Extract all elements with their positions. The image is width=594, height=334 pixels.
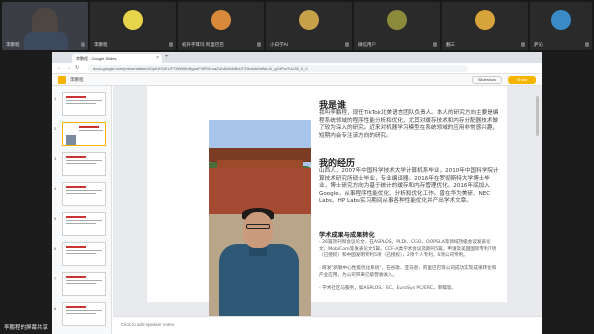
- participant-tile-6[interactable]: 萨沁: [530, 2, 592, 50]
- participant-tile-0[interactable]: 李鹏程: [2, 2, 88, 50]
- thumb-number: 7: [54, 276, 57, 281]
- participant-name: 初升宇耳玛 阿里巴巴: [182, 43, 224, 48]
- participant-name: 翻三: [446, 43, 455, 48]
- avatar: [123, 10, 143, 30]
- slide-thumbnail[interactable]: [62, 152, 106, 176]
- new-tab-icon[interactable]: +: [165, 54, 169, 60]
- forward-icon[interactable]: →: [66, 65, 71, 71]
- portrait-photo[interactable]: [209, 120, 311, 330]
- avatar: [211, 10, 231, 30]
- slide-thumbnail[interactable]: [62, 272, 106, 296]
- presentation-title[interactable]: 李鹏程: [70, 77, 84, 83]
- bullet-service[interactable]: - 学术社区与服务，如ASPLOS、SC、EuroSys PC/ERC，审稿等。: [319, 286, 499, 293]
- slide-thumbnail-active[interactable]: [62, 122, 106, 146]
- avatar: [551, 10, 571, 30]
- slide-thumbnail-panel: 1 2 3 4 5 6 7 8: [52, 86, 112, 334]
- thumb-number: 5: [54, 216, 57, 221]
- participant-tile-1[interactable]: 李鹏程: [90, 2, 176, 50]
- mic-icon: [433, 42, 437, 47]
- slides-logo-icon[interactable]: [58, 76, 66, 84]
- mic-icon: [81, 42, 85, 47]
- slide-thumbnail[interactable]: [62, 182, 106, 206]
- slide-editor-canvas[interactable]: 我是谁 我叫李鹏程，现任TikTok北美语言团队负责人。本人的研究方向主要是编程…: [113, 86, 542, 330]
- mic-icon: [169, 42, 173, 47]
- tab-title: 李鹏程 - Google Slides: [76, 56, 117, 61]
- mic-icon: [521, 42, 525, 47]
- experience-paragraph[interactable]: 山西人，2007年中国科学技术大学计算机系毕业，2010年中国科学院计算技术研究…: [319, 168, 499, 206]
- mic-icon: [257, 42, 261, 47]
- reload-icon[interactable]: ↻: [75, 65, 79, 71]
- left-gutter: [0, 52, 52, 334]
- share-button[interactable]: Share: [508, 76, 536, 84]
- slideshow-button[interactable]: Slideshow: [472, 76, 502, 84]
- mic-icon: [345, 42, 349, 47]
- back-icon[interactable]: ←: [57, 65, 62, 71]
- presenter-label: 李鹏程的屏幕共享: [4, 325, 49, 331]
- participant-name: 微信用户: [358, 43, 376, 48]
- meeting-window: 李鹏程 李鹏程 初升宇耳玛 阿里巴巴 小白学AI 微信用户 翻三 萨沁 李鹏程 …: [0, 0, 594, 334]
- current-slide[interactable]: 我是谁 我叫李鹏程，现任TikTok北美语言团队负责人。本人的研究方向主要是编程…: [147, 86, 507, 330]
- slide-thumbnail[interactable]: [62, 92, 106, 116]
- right-gutter: [542, 52, 594, 334]
- canvas-scrollbar[interactable]: [536, 96, 539, 136]
- participant-tile-5[interactable]: 翻三: [442, 2, 528, 50]
- participant-shirt: [24, 32, 68, 50]
- mic-icon: [585, 42, 589, 47]
- thumb-number: 1: [54, 96, 57, 101]
- slides-toolbar: 李鹏程 Slideshow Share: [52, 74, 542, 86]
- intro-paragraph[interactable]: 我叫李鹏程，现任TikTok北美语言团队负责人。本人的研究方向主要是编程系统领域…: [319, 110, 499, 140]
- participant-name: 李鹏程: [94, 43, 108, 48]
- participant-name: 小白学AI: [270, 43, 288, 48]
- participant-tile-2[interactable]: 初升宇耳玛 阿里巴巴: [178, 2, 264, 50]
- url-field[interactable]: docs.google.com/presentation/d/1pfUKGEUF…: [88, 65, 468, 72]
- avatar: [299, 10, 319, 30]
- heading-achievements[interactable]: 学术成果与成果转化: [319, 230, 375, 239]
- participant-tile-3[interactable]: 小白学AI: [266, 2, 352, 50]
- participant-strip: 李鹏程 李鹏程 初升宇耳玛 阿里巴巴 小白学AI 微信用户 翻三 萨沁: [0, 0, 594, 52]
- notes-placeholder: Click to add speaker notes: [121, 322, 175, 327]
- thumb-number: 4: [54, 186, 57, 191]
- participant-name: 萨沁: [534, 43, 543, 48]
- participant-name: 李鹏程: [6, 43, 20, 48]
- browser-tab[interactable]: 李鹏程 - Google Slides ×: [72, 54, 162, 63]
- slide-thumbnail[interactable]: [62, 242, 106, 266]
- thumb-number: 8: [54, 306, 57, 311]
- avatar: [387, 10, 407, 30]
- thumb-number: 2: [54, 126, 57, 131]
- bullet-transfer[interactable]: - 研发"新颖中心性能优化系统"，在谷歌、亚马逊、阿里巴巴等公司成功实现成果转化…: [319, 266, 499, 279]
- speaker-notes[interactable]: Click to add speaker notes: [113, 316, 542, 334]
- bullet-publications[interactable]: - 26篇顶刊和会议论文，在ASPLOS、PLDI、CGO、OOPSLA等领域顶…: [319, 240, 499, 260]
- shared-browser-window: 李鹏程 - Google Slides × + ← → ↻ docs.googl…: [52, 52, 542, 334]
- address-bar-row: ← → ↻ docs.google.com/presentation/d/1pf…: [52, 63, 542, 74]
- slide-thumbnail[interactable]: [62, 302, 106, 326]
- slide-thumbnail[interactable]: [62, 212, 106, 236]
- thumb-number: 3: [54, 156, 57, 161]
- thumb-number: 6: [54, 246, 57, 251]
- browser-tab-bar: 李鹏程 - Google Slides × +: [52, 52, 542, 63]
- close-icon[interactable]: ×: [156, 55, 159, 61]
- avatar: [475, 10, 495, 30]
- participant-tile-4[interactable]: 微信用户: [354, 2, 440, 50]
